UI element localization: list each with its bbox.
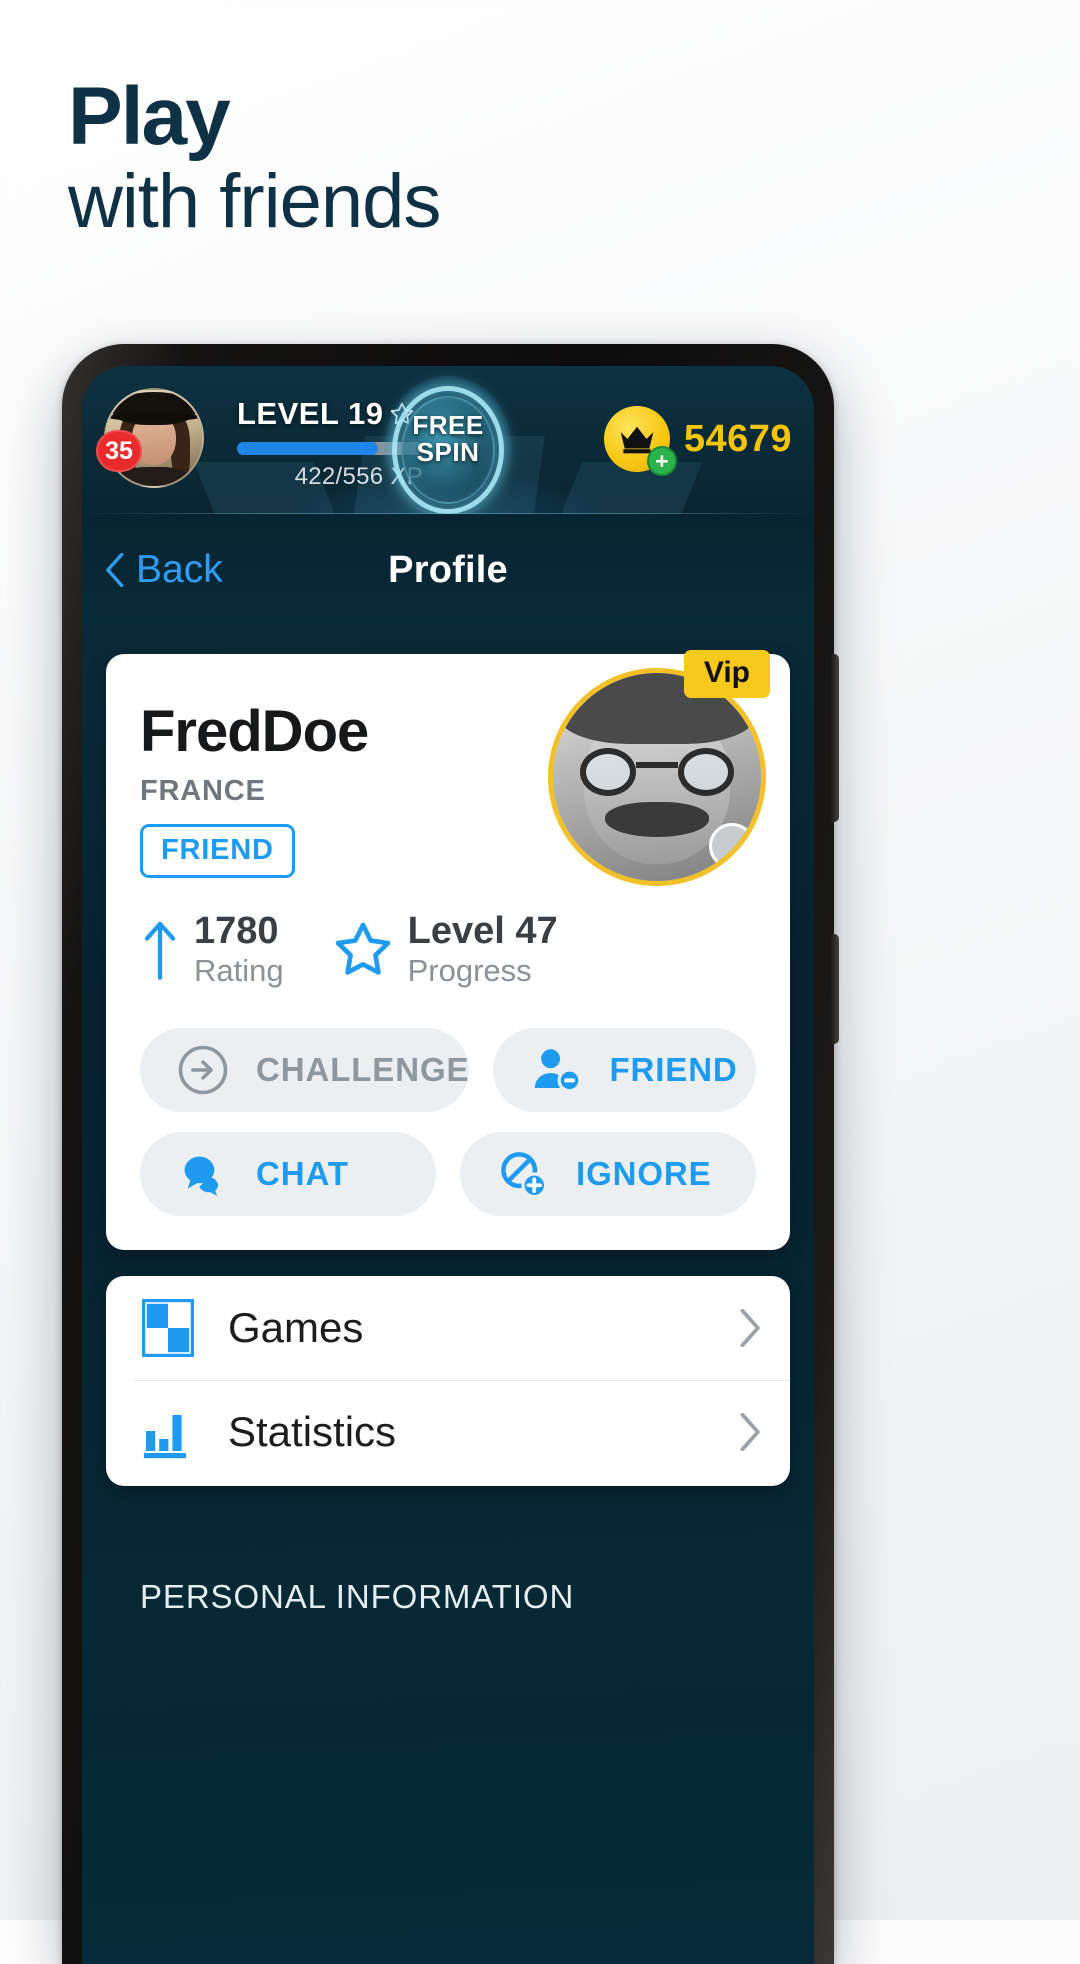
profile-card: Vip FredDoe FRANCE FRIEND 1780 Rating Le… — [106, 650, 790, 1250]
promo-headline: Play with friends — [68, 71, 441, 244]
chevron-left-icon — [106, 553, 124, 587]
personal-information-heading: PERSONAL INFORMATION — [140, 1577, 575, 1615]
person-remove-icon — [535, 1048, 582, 1092]
coin-icon[interactable]: + — [603, 406, 677, 476]
chat-button[interactable]: CHAT — [140, 1131, 436, 1216]
profile-content: Vip FredDoe FRANCE FRIEND 1780 Rating Le… — [82, 626, 814, 1616]
stat-rating-value: 1780 — [194, 910, 279, 952]
chevron-right-icon — [740, 1412, 760, 1451]
hud-avatar-container[interactable]: 35 — [96, 388, 208, 492]
hud-level-label: LEVEL 19 — [237, 396, 384, 431]
free-spin-button[interactable]: FREE SPIN — [384, 376, 512, 514]
stat-progress-label: Progress — [407, 952, 532, 988]
game-hud: 35 LEVEL 19 422/556 XP FREE SPIN + 54679 — [82, 366, 814, 514]
friend-button-label: FRIEND — [609, 1050, 738, 1088]
back-button[interactable]: Back — [104, 548, 223, 592]
list-item-label: Games — [228, 1303, 364, 1351]
list-item[interactable]: Statistics — [106, 1379, 790, 1484]
profile-sections-card: Games Statistics — [106, 1275, 790, 1486]
chevron-right-icon — [740, 1308, 760, 1347]
phone-screen: 35 LEVEL 19 422/556 XP FREE SPIN + 54679… — [82, 366, 814, 1964]
block-add-icon — [501, 1151, 548, 1198]
online-status-dot — [709, 823, 755, 869]
chat-button-label: CHAT — [256, 1154, 349, 1192]
stat-progress-value: Level 47 — [407, 910, 558, 952]
challenge-button-label: CHALLENGE — [256, 1050, 470, 1088]
headline-line-1: Play — [68, 71, 231, 162]
relation-badge: FRIEND — [140, 824, 295, 878]
navigation-bar: Profile Back — [82, 514, 814, 626]
friend-button[interactable]: FRIEND — [493, 1027, 756, 1112]
coin-balance[interactable]: + 54679 — [603, 406, 792, 476]
free-spin-line-2: SPIN — [416, 436, 480, 467]
coin-amount-text: 54679 — [683, 417, 792, 460]
checkerboard-icon — [142, 1298, 200, 1357]
stat-rating-label: Rating — [194, 952, 284, 988]
stat-rating: 1780 Rating — [140, 910, 284, 988]
challenge-button[interactable]: CHALLENGE — [140, 1027, 470, 1112]
headline-line-2: with friends — [68, 158, 441, 244]
profile-photo[interactable] — [548, 668, 766, 886]
profile-actions: CHALLENGE FRIEND CHAT IGNORE — [140, 1027, 756, 1216]
bar-chart-icon — [142, 1403, 200, 1461]
phone-power-button — [831, 934, 839, 1044]
profile-stats: 1780 Rating Level 47 Progress — [140, 910, 756, 988]
stat-progress: Level 47 Progress — [332, 910, 558, 988]
back-button-label: Back — [136, 548, 223, 591]
chat-bubble-icon — [184, 1156, 219, 1196]
notification-count-badge[interactable]: 35 — [96, 430, 142, 472]
free-spin-line-1: FREE — [412, 410, 484, 440]
ignore-button[interactable]: IGNORE — [460, 1131, 756, 1216]
ignore-button-label: IGNORE — [576, 1154, 712, 1192]
arrow-right-circle-icon — [178, 1045, 228, 1094]
phone-mockup: 35 LEVEL 19 422/556 XP FREE SPIN + 54679… — [62, 344, 839, 1964]
phone-volume-button — [831, 654, 839, 822]
arrow-up-icon — [144, 921, 176, 980]
plus-icon[interactable]: + — [646, 446, 677, 476]
vip-badge: Vip — [683, 650, 770, 698]
star-outline-icon — [335, 922, 390, 975]
list-item[interactable]: Games — [106, 1276, 790, 1380]
list-item-label: Statistics — [228, 1407, 397, 1455]
